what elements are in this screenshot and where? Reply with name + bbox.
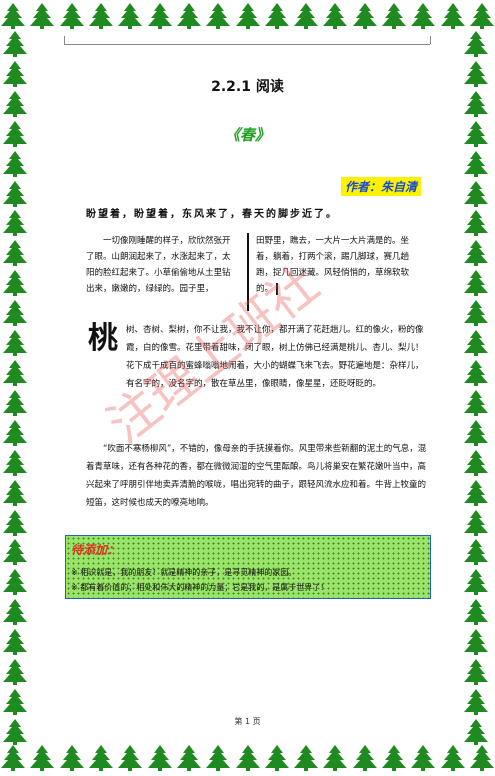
note-title: 待添加： xyxy=(71,543,120,557)
pine-tree-icon xyxy=(176,3,201,29)
pine-tree-icon xyxy=(440,3,465,29)
pine-tree-icon xyxy=(3,599,27,626)
pine-tree-icon xyxy=(470,3,494,29)
pine-tree-icon xyxy=(411,745,436,771)
pine-tree-icon xyxy=(464,389,488,416)
pine-tree-icon xyxy=(30,3,55,29)
pine-tree-icon xyxy=(3,31,27,57)
pine-tree-icon xyxy=(3,509,27,536)
pine-tree-icon xyxy=(464,659,488,686)
pine-tree-icon xyxy=(382,745,407,771)
pine-tree-icon xyxy=(3,300,27,327)
pine-tree-icon xyxy=(147,3,172,29)
pine-tree-icon xyxy=(176,745,201,771)
pine-tree-icon xyxy=(3,419,27,446)
pine-tree-icon xyxy=(464,180,488,207)
pine-tree-icon xyxy=(3,150,27,177)
pine-tree-icon xyxy=(88,745,113,771)
pine-tree-icon xyxy=(1,3,25,29)
pine-tree-icon xyxy=(464,270,488,297)
pine-tree-icon xyxy=(464,479,488,506)
pine-tree-icon xyxy=(352,3,377,29)
border-top xyxy=(0,2,495,32)
pine-tree-icon xyxy=(3,389,27,416)
pine-tree-icon xyxy=(352,745,377,771)
pine-tree-icon xyxy=(3,240,27,267)
pine-tree-icon xyxy=(30,745,55,771)
pine-tree-icon xyxy=(464,509,488,536)
pine-tree-icon xyxy=(59,3,84,29)
pine-tree-icon xyxy=(3,539,27,566)
pine-tree-icon xyxy=(464,419,488,446)
note-box: 待添加： ※ 相识就是，我的朋友！就是精神的亲子，是寻觅精神的家园。 ※ 都有着… xyxy=(65,535,431,599)
pine-tree-icon xyxy=(3,270,27,297)
header-mark-right xyxy=(430,36,431,44)
pine-tree-icon xyxy=(464,330,488,357)
pine-tree-icon xyxy=(3,569,27,596)
pine-tree-icon xyxy=(88,3,113,29)
column-left-text: 一切像刚睡醒的样子，欣欣然张开了眼。山朗润起来了，水涨起来了，太阳的脸红起来了。… xyxy=(86,236,231,294)
pine-tree-icon xyxy=(3,330,27,357)
pine-tree-icon xyxy=(3,479,27,506)
author-label: 作者：朱自清 xyxy=(341,177,422,196)
opening-line: 盼望着，盼望着，东风来了，春天的脚步近了。 xyxy=(86,209,338,220)
pine-tree-icon xyxy=(118,3,143,29)
pine-tree-icon xyxy=(440,745,465,771)
pine-tree-icon xyxy=(235,3,260,29)
pine-tree-icon xyxy=(3,210,27,237)
pine-tree-icon xyxy=(147,745,172,771)
pine-tree-icon xyxy=(323,3,348,29)
pine-tree-icon xyxy=(464,240,488,267)
pine-tree-icon xyxy=(464,150,488,177)
pine-tree-icon xyxy=(1,745,25,771)
border-bottom xyxy=(0,744,495,774)
pine-tree-icon xyxy=(470,745,494,771)
document-page: 2.2.1 阅读 《春》 作者：朱自清 盼望着，盼望着，东风来了，春天的脚步近了… xyxy=(0,0,495,776)
pine-tree-icon xyxy=(411,3,436,29)
pine-tree-icon xyxy=(118,745,143,771)
pine-tree-icon xyxy=(235,745,260,771)
pine-tree-icon xyxy=(206,745,231,771)
pine-tree-icon xyxy=(3,180,27,207)
pine-tree-icon xyxy=(464,359,488,386)
pine-tree-icon xyxy=(464,210,488,237)
pine-tree-icon xyxy=(59,745,84,771)
pine-tree-icon xyxy=(264,745,289,771)
pine-tree-icon xyxy=(464,449,488,476)
pine-tree-icon xyxy=(323,745,348,771)
pine-tree-icon xyxy=(264,3,289,29)
pine-tree-icon xyxy=(464,688,488,715)
pine-tree-icon xyxy=(464,539,488,566)
pine-tree-icon xyxy=(3,629,27,656)
pine-tree-icon xyxy=(3,449,27,476)
pine-tree-icon xyxy=(206,3,231,29)
pine-tree-icon xyxy=(464,599,488,626)
essay-title: 《春》 xyxy=(224,126,270,144)
note-line-2: ※ 都有着价值的；相处和伟大的精神的力量；它是我的，是属于世界了！ xyxy=(71,583,329,592)
pine-tree-icon xyxy=(464,31,488,57)
note-line-1: ※ 相识就是，我的朋友！就是精神的亲子，是寻觅精神的家园。 xyxy=(71,568,297,577)
pine-tree-icon xyxy=(294,745,319,771)
pine-tree-icon xyxy=(294,3,319,29)
pine-tree-icon xyxy=(3,659,27,686)
header-mark-left xyxy=(64,36,65,44)
pine-tree-icon xyxy=(464,569,488,596)
header-rule xyxy=(64,44,430,45)
pine-tree-icon xyxy=(382,3,407,29)
pine-tree-icon xyxy=(464,629,488,656)
pine-tree-icon xyxy=(3,359,27,386)
pine-tree-icon xyxy=(3,688,27,715)
section-heading: 2.2.1 阅读 xyxy=(211,79,284,95)
pine-tree-icon xyxy=(464,300,488,327)
page-number: 第 1 页 xyxy=(234,717,261,726)
